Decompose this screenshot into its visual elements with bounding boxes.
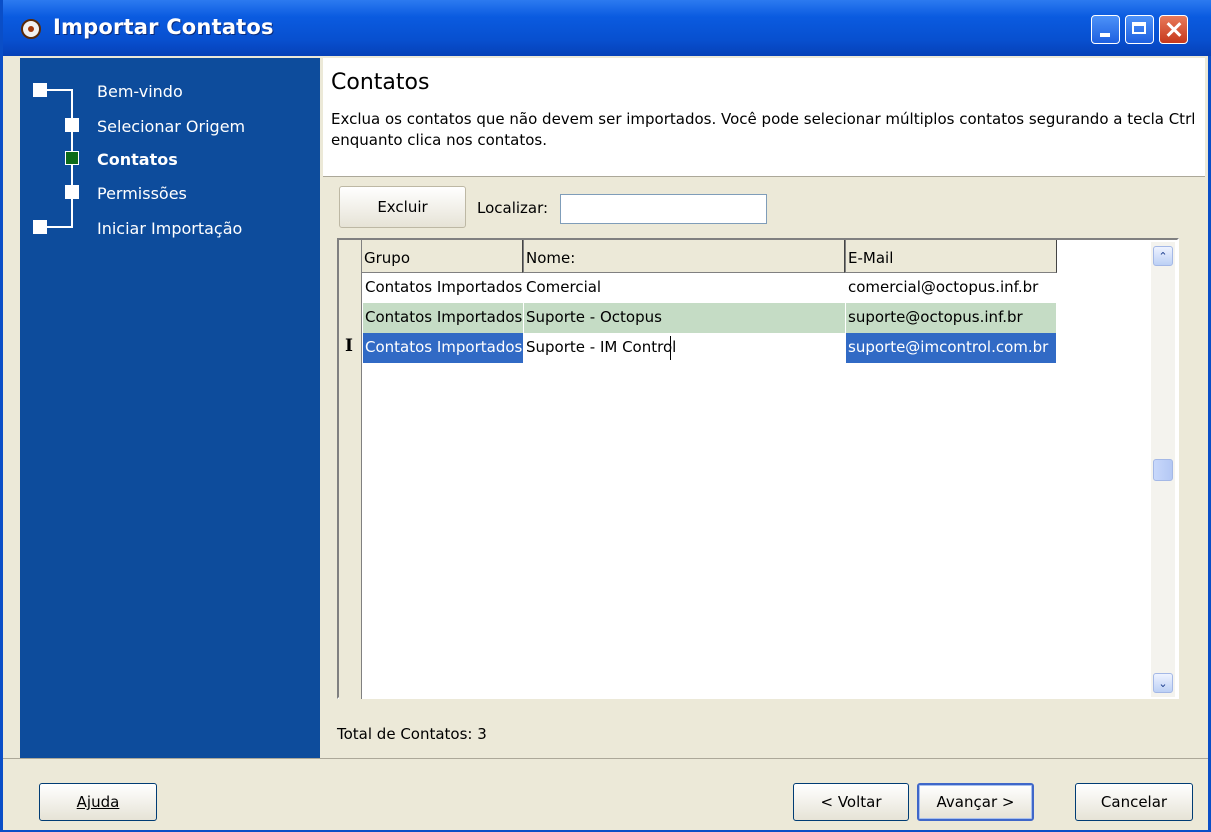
- help-button[interactable]: Ajuda: [39, 783, 157, 821]
- column-header-grupo[interactable]: Grupo: [361, 240, 523, 273]
- column-header-email[interactable]: E-Mail: [845, 240, 1057, 273]
- page-header: Contatos Exclua os contatos que não deve…: [323, 58, 1205, 177]
- search-label: Localizar:: [477, 199, 549, 217]
- window-title: Importar Contatos: [53, 15, 274, 39]
- app-icon[interactable]: [21, 19, 41, 39]
- delete-button[interactable]: Excluir: [339, 186, 466, 228]
- row-cursor-icon: I: [345, 336, 353, 356]
- cell-nome[interactable]: Suporte - IM Control: [524, 333, 845, 363]
- step-node-iniciar-importacao: [33, 220, 47, 234]
- contacts-grid: Grupo Nome: E-Mail Contatos Importados C…: [337, 238, 1205, 758]
- cell-nome[interactable]: Comercial: [524, 273, 845, 303]
- tree-line-top: [47, 89, 73, 91]
- step-node-permissoes: [65, 185, 79, 199]
- cell-grupo[interactable]: Contatos Importados: [363, 333, 523, 363]
- cell-email[interactable]: suporte@octopus.inf.br: [846, 303, 1056, 333]
- scrollbar-thumb[interactable]: [1153, 459, 1173, 481]
- import-contacts-window: Importar Contatos Bem-vindo Selecionar O…: [0, 0, 1211, 832]
- back-button[interactable]: < Voltar: [793, 783, 909, 821]
- vertical-scrollbar[interactable]: ⌃ ⌄: [1151, 242, 1175, 697]
- cell-email[interactable]: comercial@octopus.inf.br: [846, 273, 1056, 303]
- grid-frame: Grupo Nome: E-Mail Contatos Importados C…: [337, 238, 1179, 699]
- title-bar[interactable]: Importar Contatos: [3, 0, 1211, 56]
- step-node-contatos: [65, 151, 79, 165]
- page-description: Exclua os contatos que não devem ser imp…: [331, 110, 1196, 149]
- maximize-button[interactable]: [1125, 15, 1154, 44]
- tree-line-bottom: [47, 226, 73, 228]
- wizard-steps-sidebar: Bem-vindo Selecionar Origem Contatos Per…: [20, 58, 320, 758]
- column-header-nome[interactable]: Nome:: [523, 240, 845, 273]
- close-button[interactable]: [1159, 15, 1188, 44]
- total-label: Total de Contatos:: [337, 725, 473, 743]
- footer-bar: Ajuda < Voltar Avançar > Cancelar: [3, 758, 1208, 830]
- step-label-iniciar-importacao: Iniciar Importação: [97, 219, 243, 238]
- step-label-selecionar-origem: Selecionar Origem: [97, 117, 246, 136]
- page-title: Contatos: [331, 70, 430, 95]
- cell-grupo[interactable]: Contatos Importados: [363, 273, 523, 303]
- cell-nome[interactable]: Suporte - Octopus: [524, 303, 845, 333]
- scroll-down-icon[interactable]: ⌄: [1153, 673, 1173, 693]
- content-panel: Contatos Exclua os contatos que não deve…: [323, 58, 1205, 758]
- step-label-bem-vindo: Bem-vindo: [97, 82, 183, 101]
- cell-email[interactable]: suporte@imcontrol.com.br: [846, 333, 1056, 363]
- step-node-selecionar-origem: [65, 118, 79, 132]
- step-label-contatos: Contatos: [97, 150, 178, 169]
- search-input[interactable]: [560, 194, 767, 224]
- row-indicator-column: [339, 240, 362, 699]
- cancel-button[interactable]: Cancelar: [1075, 783, 1193, 821]
- text-caret: [670, 336, 671, 360]
- cell-grupo[interactable]: Contatos Importados: [363, 303, 523, 333]
- next-button[interactable]: Avançar >: [917, 783, 1034, 821]
- total-count: 3: [477, 725, 487, 743]
- total-contacts: Total de Contatos: 3: [337, 725, 487, 743]
- step-node-bem-vindo: [33, 83, 47, 97]
- minimize-button[interactable]: [1091, 15, 1120, 44]
- scroll-up-icon[interactable]: ⌃: [1153, 246, 1173, 266]
- step-label-permissoes: Permissões: [97, 184, 187, 203]
